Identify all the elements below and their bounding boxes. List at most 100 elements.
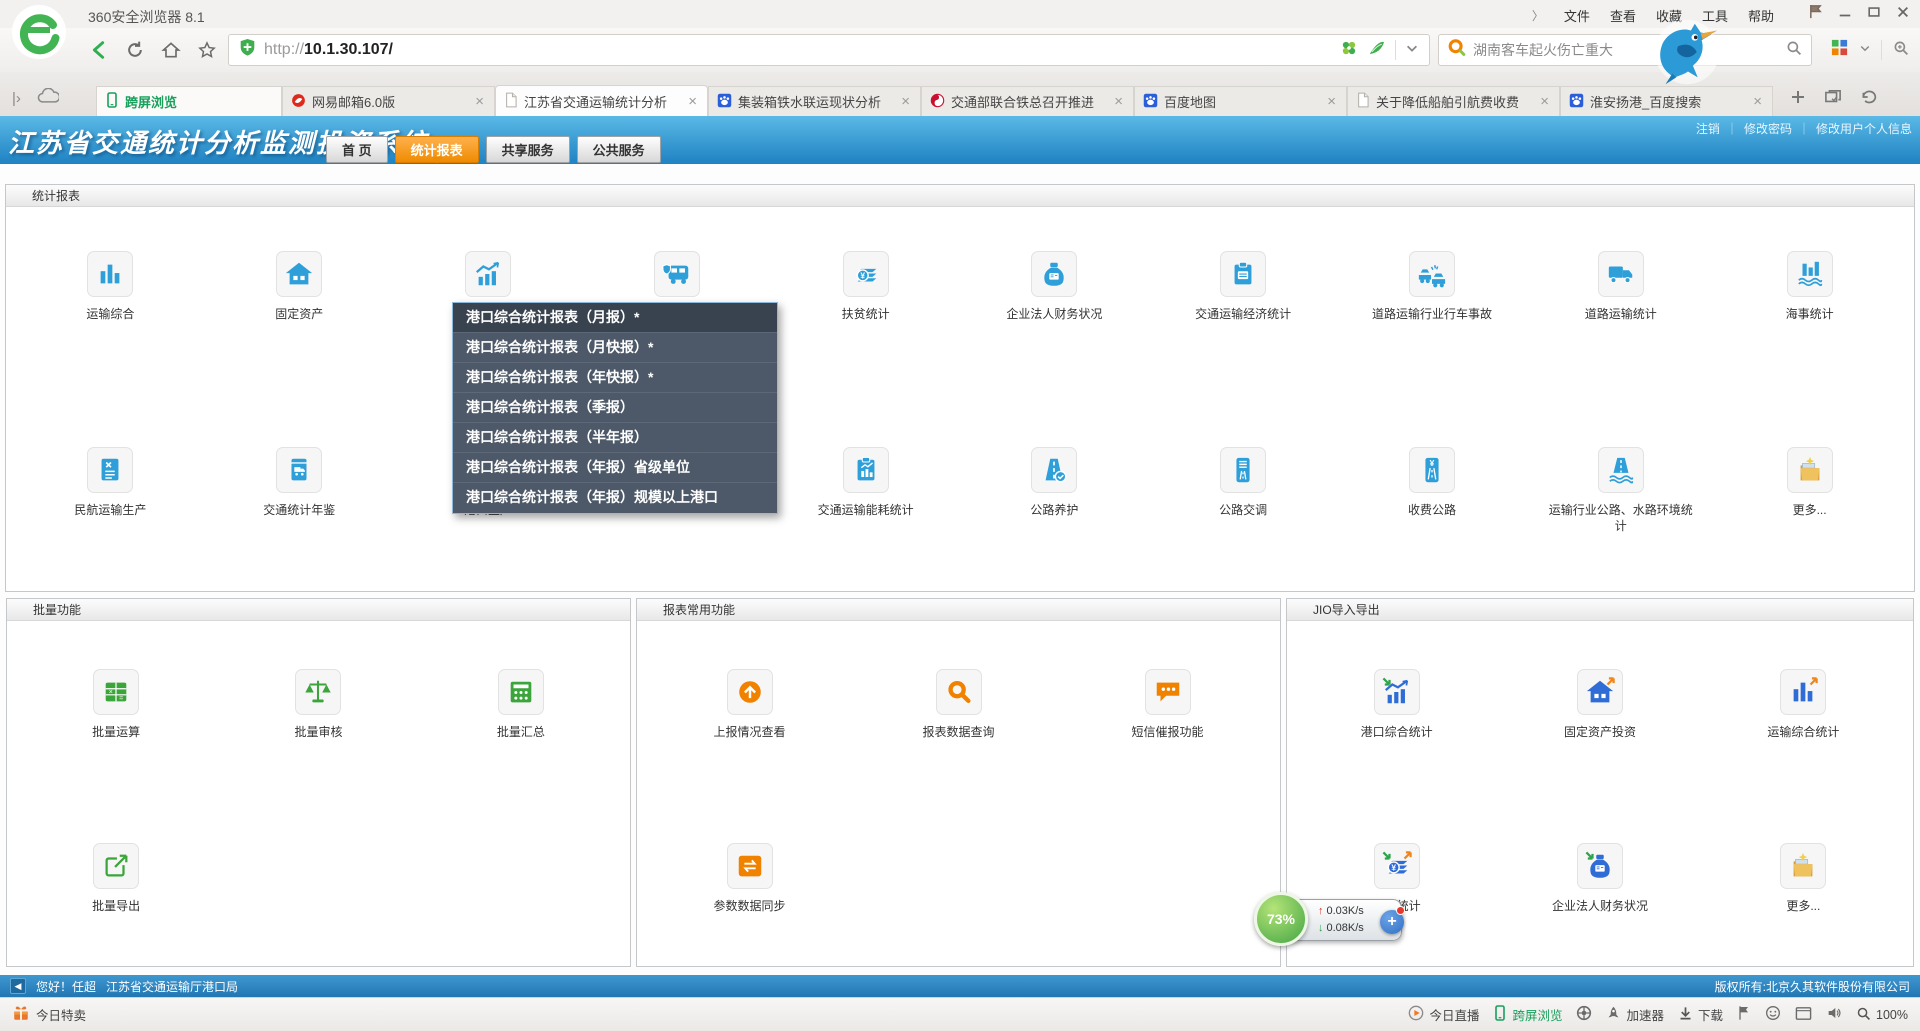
toolbar-item[interactable] <box>1576 1005 1592 1024</box>
reopen-tab-icon[interactable] <box>1860 89 1877 110</box>
stat-item[interactable]: 海事统计 <box>1715 251 1904 322</box>
toolbar-item[interactable]: 今日直播 <box>1408 1005 1479 1024</box>
new-tab-icon[interactable] <box>1790 89 1806 110</box>
maximize-icon[interactable] <box>1867 5 1881 19</box>
tab[interactable]: 交通部联合铁总召开推进× <box>921 86 1134 116</box>
stat-item[interactable]: 道路运输行业行车事故 <box>1338 251 1527 322</box>
toolbar-item[interactable] <box>1795 1006 1812 1024</box>
house-icon[interactable] <box>1577 669 1623 715</box>
tab[interactable]: 网易邮箱6.0版× <box>282 86 495 116</box>
account-link[interactable]: 修改密码 <box>1744 120 1792 137</box>
tab-close-icon[interactable]: × <box>686 93 699 110</box>
tab[interactable]: 关于降低船舶引航费收费× <box>1347 86 1560 116</box>
tab-close-icon[interactable]: × <box>1538 93 1551 110</box>
stat-item[interactable]: 上报情况查看 <box>645 669 854 740</box>
growth-icon[interactable] <box>465 251 511 297</box>
tab-close-icon[interactable]: × <box>1751 93 1764 110</box>
tab-stack-icon[interactable] <box>1824 89 1842 110</box>
menu-item[interactable]: 港口综合统计报表（季报） <box>453 393 777 423</box>
truck-icon[interactable] <box>1598 251 1644 297</box>
security-shield-icon[interactable] <box>239 38 256 62</box>
grid-dropdown-icon[interactable] <box>1859 41 1871 59</box>
roadboard-icon[interactable] <box>1220 447 1266 493</box>
stat-item[interactable]: 运输综合统计 <box>1702 669 1905 740</box>
stat-item[interactable]: 固定资产 <box>205 251 394 322</box>
menu-item[interactable]: 港口综合统计报表（年报）规模以上港口 <box>453 483 777 513</box>
stat-item[interactable]: 批量审核 <box>217 669 419 740</box>
tab-overflow-icon[interactable]: |› <box>12 90 21 107</box>
app-grid-icon[interactable] <box>1830 38 1849 62</box>
folder-icon[interactable] <box>1787 447 1833 493</box>
site-nav-item[interactable]: 共享服务 <box>486 136 570 163</box>
export-icon[interactable] <box>93 843 139 889</box>
url-dropdown-icon[interactable] <box>1405 41 1419 60</box>
stat-item[interactable]: ¥收费公路 <box>1338 447 1527 534</box>
growth-icon[interactable] <box>1374 669 1420 715</box>
search-magnifier-icon[interactable] <box>1785 39 1803 62</box>
menu-item[interactable]: 港口综合统计报表（月报）* <box>453 303 777 333</box>
tab-close-icon[interactable]: × <box>473 93 486 110</box>
progress-badge[interactable]: 73% <box>1254 892 1308 946</box>
menu-item[interactable]: 帮助 <box>1748 6 1774 25</box>
speed-overlay[interactable]: ↑0.03K/s ↓0.08K/s 73% + <box>1254 892 1410 948</box>
calcgrid-icon[interactable]: ×= <box>93 669 139 715</box>
bag-icon[interactable] <box>1577 843 1623 889</box>
folder-icon[interactable] <box>1780 843 1826 889</box>
docx-icon[interactable] <box>87 447 133 493</box>
stat-item[interactable]: 公路交调 <box>1149 447 1338 534</box>
sms-icon[interactable] <box>1145 669 1191 715</box>
wing-icon[interactable] <box>1367 39 1386 62</box>
collapse-icon[interactable]: ◀ <box>10 978 26 994</box>
book-icon[interactable] <box>276 447 322 493</box>
menu-collapse-icon[interactable]: 〉 <box>1532 7 1544 24</box>
stat-item[interactable]: 运输行业公路、水路环境统计 <box>1526 447 1715 534</box>
stat-item[interactable]: 运输综合 <box>16 251 205 322</box>
toolbar-item[interactable]: 下载 <box>1678 1005 1723 1024</box>
refresh-icon[interactable] <box>120 35 150 65</box>
house-icon[interactable] <box>276 251 322 297</box>
account-link[interactable]: 注销 <box>1696 120 1720 137</box>
tab-close-icon[interactable]: × <box>1325 93 1338 110</box>
money-icon[interactable]: ¥ <box>843 251 889 297</box>
roadfix-icon[interactable] <box>1031 447 1077 493</box>
back-icon[interactable] <box>84 35 114 65</box>
bars-icon[interactable] <box>87 251 133 297</box>
url-text[interactable]: http://10.1.30.107/ <box>264 41 393 59</box>
stat-item[interactable]: 报表数据查询 <box>854 669 1063 740</box>
stat-item[interactable]: 民航运输生产 <box>16 447 205 534</box>
bag-icon[interactable] <box>1031 251 1077 297</box>
stat-item[interactable]: ×=批量运算 <box>15 669 217 740</box>
stat-item[interactable]: 交通运输经济统计 <box>1149 251 1338 322</box>
tab[interactable]: 集装箱铁水联运现状分析× <box>708 86 921 116</box>
toolbar-item[interactable]: 加速器 <box>1606 1005 1664 1024</box>
tab[interactable]: 跨屏浏览 <box>96 86 282 116</box>
site-nav-item[interactable]: 首 页 <box>326 136 388 163</box>
search-suggestion-text[interactable]: 湖南客车起火伤亡重大 <box>1473 40 1778 60</box>
bus-icon[interactable] <box>654 251 700 297</box>
search-box[interactable]: 湖南客车起火伤亡重大 <box>1438 34 1812 66</box>
tab-close-icon[interactable]: × <box>1112 93 1125 110</box>
stat-item[interactable]: 道路运输统计 <box>1526 251 1715 322</box>
site-nav-item[interactable]: 公共服务 <box>577 136 661 163</box>
account-link[interactable]: 修改用户个人信息 <box>1816 120 1912 137</box>
minimize-icon[interactable] <box>1838 5 1852 19</box>
stat-item[interactable]: 批量导出 <box>15 843 217 914</box>
stat-item[interactable]: 公路养护 <box>960 447 1149 534</box>
toolbar-item[interactable]: 100% <box>1856 1006 1908 1024</box>
tab[interactable]: 百度地图× <box>1134 86 1347 116</box>
cloud-sync-icon[interactable] <box>37 88 59 109</box>
menu-item[interactable]: 港口综合统计报表（月快报）* <box>453 333 777 363</box>
stat-item[interactable]: 企业法人财务状况 <box>1498 843 1701 914</box>
toolbar-item[interactable] <box>1826 1005 1842 1024</box>
stat-item[interactable]: 更多... <box>1702 843 1905 914</box>
site-nav-item[interactable]: 统计报表 <box>395 136 479 163</box>
magsearch-icon[interactable] <box>936 669 982 715</box>
stat-item[interactable]: 更多... <box>1715 447 1904 534</box>
pinwheel-icon[interactable] <box>1340 39 1358 62</box>
menu-item[interactable]: 文件 <box>1564 6 1590 25</box>
bars-icon[interactable] <box>1780 669 1826 715</box>
tab[interactable]: 江苏省交通运输统计分析× <box>495 85 708 116</box>
sumgrid-icon[interactable] <box>498 669 544 715</box>
address-bar[interactable]: http://10.1.30.107/ <box>228 34 1430 66</box>
stat-item[interactable]: 交通统计年鉴 <box>205 447 394 534</box>
